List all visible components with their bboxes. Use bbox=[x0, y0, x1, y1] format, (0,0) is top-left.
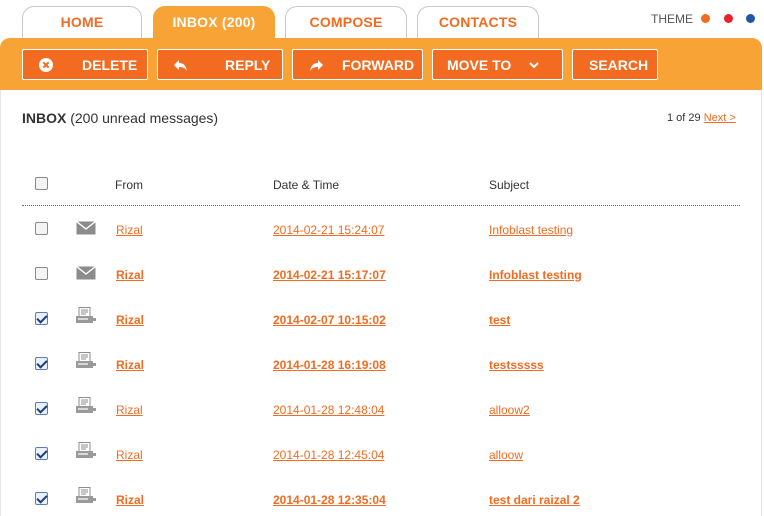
inbox-unread-count: (200 unread messages) bbox=[70, 110, 219, 126]
row-checkbox[interactable] bbox=[35, 222, 48, 235]
fax-icon bbox=[75, 397, 97, 420]
fax-icon bbox=[75, 307, 97, 330]
message-datetime[interactable]: 2014-02-21 15:24:07 bbox=[273, 223, 384, 237]
message-sender[interactable]: Rizal bbox=[116, 223, 143, 237]
envelope-icon bbox=[76, 220, 96, 240]
message-subject[interactable]: alloow2 bbox=[489, 403, 530, 417]
message-subject[interactable]: alloow bbox=[489, 448, 523, 462]
envelope-icon bbox=[76, 265, 96, 285]
message-sender[interactable]: Rizal bbox=[116, 268, 144, 282]
message-datetime[interactable]: 2014-01-28 12:35:04 bbox=[273, 493, 386, 507]
page-info: 1 of 29 bbox=[667, 112, 701, 124]
message-datetime[interactable]: 2014-02-07 10:15:02 bbox=[273, 313, 386, 327]
move-to-label: MOVE TO bbox=[447, 57, 512, 73]
message-datetime[interactable]: 2014-02-21 15:17:07 bbox=[273, 268, 386, 282]
tab-contacts[interactable]: CONTACTS bbox=[417, 6, 539, 40]
message-subject[interactable]: Infoblast testing bbox=[489, 268, 582, 282]
inbox-title: INBOX bbox=[22, 110, 67, 126]
theme-orange-dot[interactable] bbox=[701, 14, 710, 23]
message-subject[interactable]: test dari raizal 2 bbox=[489, 493, 580, 507]
chevron-down-icon bbox=[525, 56, 543, 74]
move-to-dropdown[interactable]: MOVE TO bbox=[432, 49, 563, 80]
header-divider bbox=[22, 205, 740, 206]
message-sender[interactable]: Rizal bbox=[116, 358, 144, 372]
tab-home[interactable]: HOME bbox=[22, 6, 142, 40]
forward-label: FORWARD bbox=[342, 57, 415, 73]
row-checkbox[interactable] bbox=[35, 267, 48, 280]
forward-arrow-icon bbox=[307, 56, 325, 74]
fax-icon bbox=[75, 487, 97, 510]
search-label: SEARCH bbox=[589, 57, 649, 73]
next-page-link[interactable]: Next > bbox=[704, 112, 736, 124]
action-toolbar: DELETE REPLY FORWARD MOVE TO SEARCH bbox=[0, 38, 762, 90]
row-checkbox[interactable] bbox=[35, 357, 48, 370]
message-sender[interactable]: Rizal bbox=[116, 313, 144, 327]
tab-compose[interactable]: COMPOSE bbox=[285, 6, 407, 40]
message-subject[interactable]: Infoblast testing bbox=[489, 223, 573, 237]
message-subject[interactable]: test bbox=[489, 313, 510, 327]
delete-label: DELETE bbox=[82, 57, 138, 73]
forward-button[interactable]: FORWARD bbox=[292, 49, 423, 80]
search-button[interactable]: SEARCH bbox=[572, 49, 658, 80]
column-datetime[interactable]: Date & Time bbox=[273, 178, 339, 192]
column-subject[interactable]: Subject bbox=[489, 178, 529, 192]
pagination: 1 of 29 Next > bbox=[667, 112, 736, 124]
theme-red-dot[interactable] bbox=[724, 14, 733, 23]
message-datetime[interactable]: 2014-01-28 12:48:04 bbox=[273, 403, 384, 417]
tab-inbox[interactable]: INBOX (200) bbox=[153, 6, 275, 40]
row-checkbox[interactable] bbox=[35, 402, 48, 415]
fax-icon bbox=[75, 442, 97, 465]
delete-button[interactable]: DELETE bbox=[22, 49, 148, 80]
row-checkbox[interactable] bbox=[35, 492, 48, 505]
message-subject[interactable]: testsssss bbox=[489, 358, 544, 372]
row-checkbox[interactable] bbox=[35, 312, 48, 325]
message-sender[interactable]: Rizal bbox=[116, 403, 143, 417]
reply-button[interactable]: REPLY bbox=[157, 49, 283, 80]
message-sender[interactable]: Rizal bbox=[116, 448, 143, 462]
theme-blue-dot[interactable] bbox=[746, 14, 755, 23]
message-sender[interactable]: Rizal bbox=[116, 493, 144, 507]
inbox-heading: INBOX (200 unread messages) bbox=[22, 110, 218, 126]
select-all-checkbox[interactable] bbox=[35, 177, 48, 190]
theme-label: THEME bbox=[651, 12, 693, 26]
reply-arrow-icon bbox=[172, 56, 190, 74]
message-datetime[interactable]: 2014-01-28 16:19:08 bbox=[273, 358, 386, 372]
column-from[interactable]: From bbox=[115, 178, 143, 192]
close-circle-icon bbox=[37, 56, 55, 74]
fax-icon bbox=[75, 352, 97, 375]
row-checkbox[interactable] bbox=[35, 447, 48, 460]
reply-label: REPLY bbox=[225, 57, 271, 73]
message-datetime[interactable]: 2014-01-28 12:45:04 bbox=[273, 448, 384, 462]
